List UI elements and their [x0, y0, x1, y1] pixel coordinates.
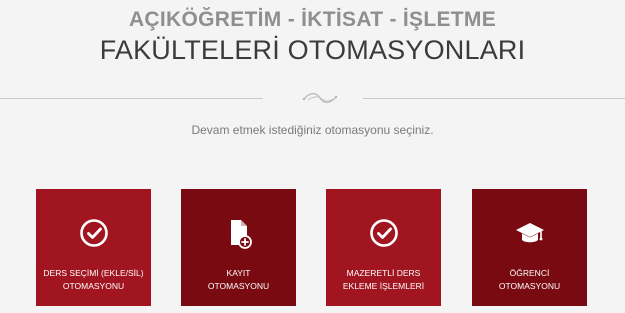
divider-left [0, 98, 263, 99]
tile-label: MAZERETLİ DERS EKLEME İŞLEMLERİ [326, 267, 441, 293]
tile-mazeretli-ders[interactable]: MAZERETLİ DERS EKLEME İŞLEMLERİ [326, 189, 441, 306]
flourish-ornament-icon [302, 93, 338, 103]
graduation-cap-icon [472, 216, 587, 250]
tile-ders-secimi[interactable]: DERS SEÇİMİ (EKLE/SİL) OTOMASYONU [36, 189, 151, 306]
tile-label: DERS SEÇİMİ (EKLE/SİL) OTOMASYONU [36, 267, 151, 293]
tile-label-line: OTOMASYONU [62, 281, 125, 291]
tile-label-line: EKLEME İŞLEMLERİ [342, 281, 425, 291]
tile-label-line: OTOMASYONU [207, 281, 270, 291]
divider-right [363, 98, 625, 99]
tile-label-line: MAZERETLİ DERS [346, 268, 421, 278]
check-circle-icon [326, 216, 441, 250]
tile-label-line: DERS SEÇİMİ (EKLE/SİL) [43, 268, 144, 278]
page-title-line2: FAKÜLTELERİ OTOMASYONLARI [99, 35, 526, 65]
file-plus-icon [181, 216, 296, 250]
tile-label-line: KAYIT [226, 268, 251, 278]
tile-label: ÖĞRENCİ OTOMASYONU [472, 267, 587, 293]
tile-ogrenci[interactable]: ÖĞRENCİ OTOMASYONU [472, 189, 587, 306]
page-title-line1: AÇIKÖĞRETİM - İKTİSAT - İŞLETME [128, 8, 497, 31]
tile-kayit[interactable]: KAYIT OTOMASYONU [181, 189, 296, 306]
instruction-text: Devam etmek istediğiniz otomasyonu seçin… [191, 123, 434, 137]
tile-label-line: ÖĞRENCİ [509, 268, 550, 278]
tile-label-line: OTOMASYONU [498, 281, 561, 291]
tile-label: KAYIT OTOMASYONU [181, 267, 296, 293]
check-circle-icon [36, 216, 151, 250]
